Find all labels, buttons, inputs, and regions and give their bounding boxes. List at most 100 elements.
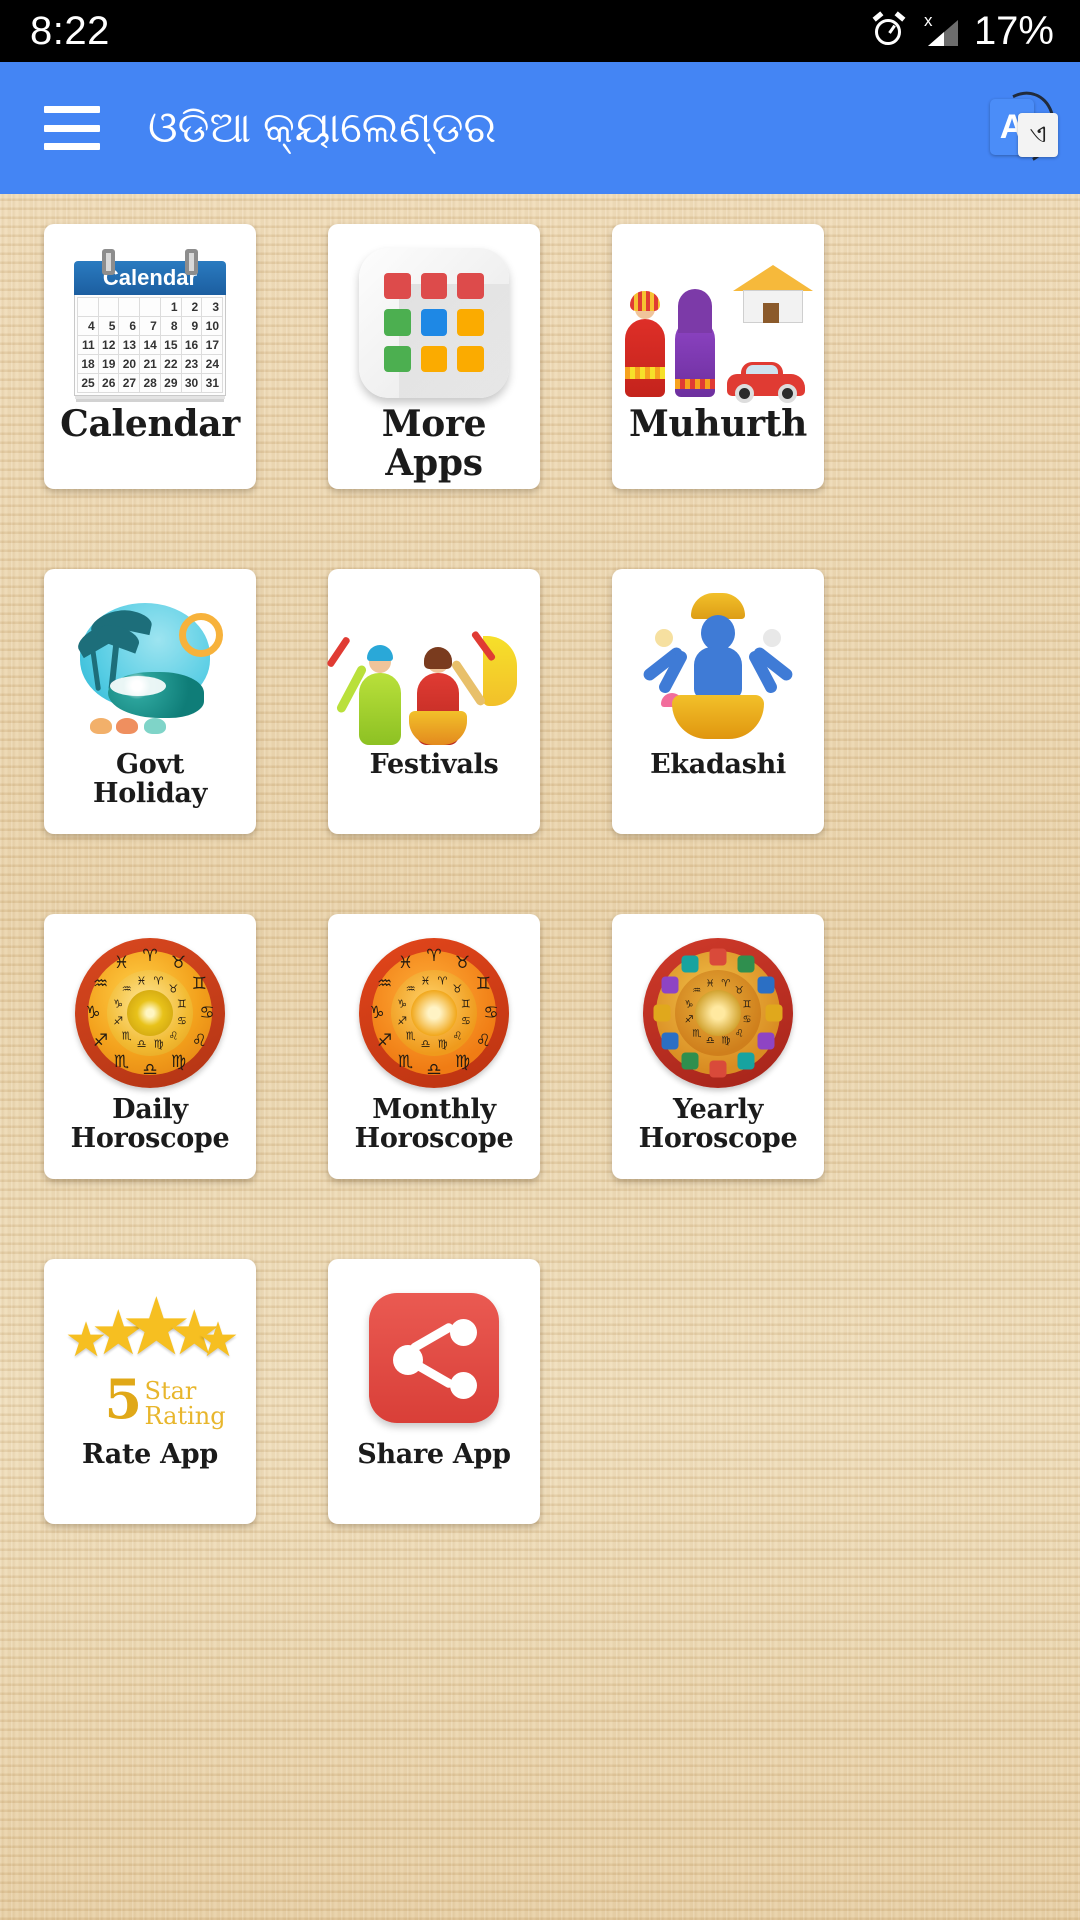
calendar-icon-day: 2 (180, 297, 203, 317)
calendar-icon-day: 17 (201, 335, 223, 355)
tile-monthly-horoscope[interactable]: ♈ ♉ ♊ ♋ ♌ ♍ ♎ ♏ ♐ ♑ ♒ ♓ ♈ ♉ ♊ ♋ ♌ ♍ ♎ ♏ ♐ ♑ ♒ ♓ Monthly Horosco… (328, 914, 540, 1179)
more-apps-grid-icon (328, 240, 540, 405)
grid-row: ♈ ♉ ♊ ♋ ♌ ♍ ♎ ♏ ♐ ♑ ♒ ♓ ♈ ♉ ♊ ♋ ♌ ♍ ♎ ♏ ♐ ♑ ♒ ♓ Daily Horoscope… (44, 914, 1036, 1179)
app-bar: ଓଡିଆ କ୍ୟାଲେଣ୍ଡର A ଏ (0, 62, 1080, 194)
calendar-icon-day: 12 (97, 335, 120, 355)
calendar-icon-day: 27 (118, 373, 141, 393)
calendar-icon-day: 21 (139, 354, 161, 374)
page-title: ଓଡିଆ କ୍ୟାଲେଣ୍ଡର (148, 103, 497, 152)
rating-word-rating: Rating (144, 1401, 226, 1430)
app-grid-swatch (384, 309, 411, 336)
calendar-icon-day: 15 (159, 335, 182, 355)
calendar-icon-day: 1 (159, 297, 182, 317)
car-icon (727, 361, 805, 403)
calendar-icon-day: 3 (201, 297, 223, 317)
translate-icon[interactable]: A ଏ (981, 82, 1065, 174)
calendar-icon-day: 23 (180, 354, 203, 374)
calendar-icon-day: 22 (159, 354, 182, 374)
zodiac-wheel-icon: ♈ ♉ ♊ ♋ ♌ ♍ ♎ ♏ ♐ ♑ ♒ ♓ (612, 930, 824, 1095)
tile-rate-app[interactable]: ★ ★ ★ ★ ★ 5 Star Rating Rate App (44, 1259, 256, 1524)
rating-number: 5 (104, 1366, 143, 1431)
dancer-male-figure (326, 635, 401, 745)
calendar-icon-day: 5 (97, 316, 120, 336)
tile-label: Govt Holiday (93, 749, 207, 810)
tile-daily-horoscope[interactable]: ♈ ♉ ♊ ♋ ♌ ♍ ♎ ♏ ♐ ♑ ♒ ♓ ♈ ♉ ♊ ♋ ♌ ♍ ♎ ♏ ♐ ♑ ♒ ♓ Daily Horoscope (44, 914, 256, 1179)
calendar-icon-day: 7 (139, 316, 161, 336)
tile-label: Calendar (60, 403, 240, 445)
grid-row: Calendar 1 2 3 4 5 6 7 8 9 10 11 12 13 14 15 16 17 18 19 20… (44, 224, 1036, 489)
calendar-icon-day (118, 297, 141, 317)
tile-calendar[interactable]: Calendar 1 2 3 4 5 6 7 8 9 10 11 12 13 14 15 16 17 18 19 20… (44, 224, 256, 489)
tile-label: Rate App (82, 1439, 218, 1470)
calendar-icon-day: 4 (77, 316, 99, 336)
calendar-icon-day: 10 (201, 316, 223, 336)
tile-label: Muhurth (628, 403, 808, 445)
app-grid-swatch (420, 272, 448, 300)
calendar-icon-week: 4 5 6 7 8 9 10 (77, 316, 223, 336)
calendar-icon-day: 28 (139, 373, 161, 393)
calendar-icon-day: 6 (118, 316, 141, 336)
dancer-female-figure (409, 630, 497, 745)
bride-figure (675, 288, 715, 397)
hamburger-menu-icon[interactable] (44, 106, 100, 150)
calendar-icon-week: 18 19 20 21 22 23 24 (77, 354, 223, 374)
app-grid-swatch (384, 345, 411, 373)
tile-label: Ekadashi (650, 749, 786, 780)
tile-label: Festivals (369, 749, 499, 780)
signal-bars-icon: x (922, 12, 958, 48)
calendar-icon-day: 30 (180, 373, 203, 393)
tile-more-apps[interactable]: More Apps (328, 224, 540, 489)
app-grid-swatch (384, 272, 411, 300)
wedding-couple-icon (612, 240, 824, 405)
tile-label: Daily Horoscope (70, 1094, 230, 1155)
tile-muhurth[interactable]: Muhurth (612, 224, 824, 489)
tile-ekadashi[interactable]: Ekadashi (612, 569, 824, 834)
calendar-icon-week: 25 26 27 28 29 30 31 (77, 373, 223, 393)
calendar-icon-day: 29 (159, 373, 182, 393)
vishnu-deity-icon (612, 585, 824, 750)
calendar-icon-week: 11 12 13 14 15 16 17 (77, 335, 223, 355)
calendar-icon-day: 26 (97, 373, 120, 393)
tile-label: Yearly Horoscope (638, 1094, 798, 1155)
calendar-icon-header: Calendar (74, 261, 226, 295)
calendar-icon-day: 16 (180, 335, 203, 355)
calendar-icon-day: 8 (159, 316, 182, 336)
status-bar-indicators: x 17% (872, 9, 1054, 54)
status-bar-time: 8:22 (30, 8, 110, 53)
calendar-icon-day: 13 (118, 335, 141, 355)
share-network-icon (328, 1275, 540, 1440)
app-grid-swatch (420, 309, 448, 336)
tile-yearly-horoscope[interactable]: ♈ ♉ ♊ ♋ ♌ ♍ ♎ ♏ ♐ ♑ ♒ ♓ Yearly Horoscope (612, 914, 824, 1179)
groom-figure (625, 290, 665, 397)
calendar-icon-day (97, 297, 120, 317)
tile-label: More Apps (381, 403, 487, 484)
house-icon (733, 264, 813, 323)
tile-festivals[interactable]: Festivals (326, 569, 540, 834)
app-grid-swatch (457, 309, 484, 336)
alarm-clock-icon (872, 11, 906, 48)
zodiac-gem (681, 955, 735, 1030)
calendar-icon-week: 123 (77, 297, 223, 317)
menu-grid: Calendar 1 2 3 4 5 6 7 8 9 10 11 12 13 14 15 16 17 18 19 20… (44, 224, 1036, 1524)
grid-row: Govt Holiday Festivals Ekadashi (44, 569, 1036, 834)
folk-dancers-icon (326, 585, 540, 750)
calendar-icon-day: 9 (180, 316, 203, 336)
calendar-icon-day (139, 297, 161, 317)
five-star-rating-icon: ★ ★ ★ ★ ★ 5 Star Rating (44, 1275, 256, 1440)
status-bar: 8:22 x 17% (0, 0, 1080, 62)
calendar-icon-day: 19 (97, 354, 120, 374)
app-grid-swatch (420, 345, 448, 373)
calendar-icon-day: 14 (139, 335, 161, 355)
calendar-icon: Calendar 1 2 3 4 5 6 7 8 9 10 11 12 13 14 15 16 17 18 19 20… (44, 240, 256, 405)
tile-share-app[interactable]: Share App (328, 1259, 540, 1524)
star-glyph: ★ (196, 1313, 240, 1367)
calendar-icon-day: 25 (77, 373, 99, 393)
translate-target-letter: ଏ (1018, 113, 1058, 157)
app-grid-swatch (457, 345, 484, 373)
calendar-icon-grid: 1 2 3 4 5 6 7 8 9 10 11 12 13 14 15 16 17 18 19 20 21 22 23 24 2… (77, 297, 223, 393)
calendar-icon-day (77, 297, 99, 317)
app-grid-swatch (457, 272, 484, 300)
rating-word-star: Star (144, 1376, 197, 1405)
home-grid-background: Calendar 1 2 3 4 5 6 7 8 9 10 11 12 13 14 15 16 17 18 19 20… (0, 194, 1080, 1920)
tile-govt-holiday[interactable]: Govt Holiday (44, 569, 256, 834)
